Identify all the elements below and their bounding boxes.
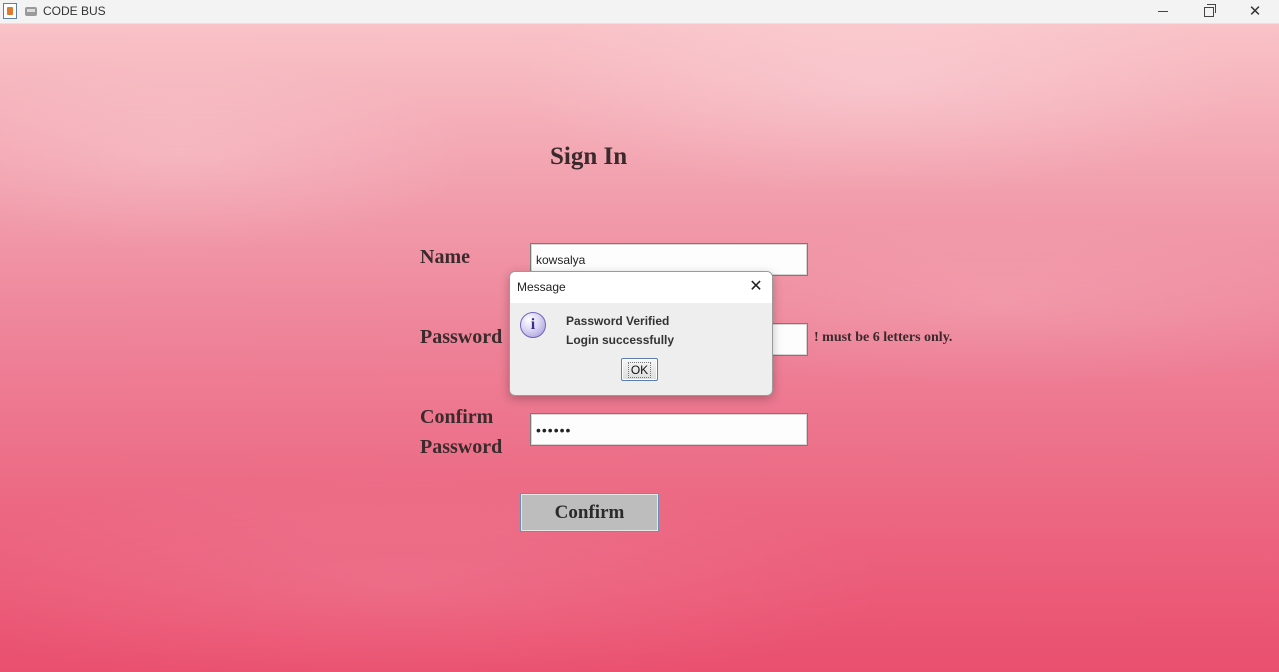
dialog-titlebar: Message ✕ bbox=[510, 272, 772, 303]
password-hint: ! must be 6 letters only. bbox=[814, 330, 953, 345]
restore-icon bbox=[1204, 3, 1216, 17]
confirm-password-label-line2: Password bbox=[420, 436, 503, 458]
dialog-title: Message bbox=[517, 280, 566, 294]
name-label: Name bbox=[420, 246, 470, 268]
bus-icon bbox=[25, 7, 37, 16]
close-icon: ✕ bbox=[749, 276, 763, 295]
dialog-close-button[interactable]: ✕ bbox=[746, 276, 766, 296]
message-dialog: Message ✕ i Password Verified Login succ… bbox=[509, 271, 773, 396]
ok-button[interactable]: OK bbox=[621, 358, 658, 381]
dialog-message-line1: Password Verified bbox=[566, 314, 670, 328]
confirm-password-label-line1: Confirm bbox=[420, 406, 494, 428]
close-window-button[interactable]: ✕ bbox=[1232, 0, 1278, 23]
close-icon: ✕ bbox=[1248, 2, 1262, 20]
window-titlebar: CODE BUS ✕ bbox=[0, 0, 1279, 24]
confirm-button[interactable]: Confirm bbox=[520, 493, 659, 532]
window-title: CODE BUS bbox=[43, 4, 106, 18]
info-icon: i bbox=[520, 312, 546, 338]
page-title: Sign In bbox=[550, 143, 628, 170]
maximize-button[interactable] bbox=[1186, 0, 1232, 23]
dialog-message-line2: Login successfully bbox=[566, 333, 675, 347]
ok-button-label: OK bbox=[627, 361, 652, 378]
password-label: Password bbox=[420, 326, 503, 348]
minimize-button[interactable] bbox=[1140, 0, 1186, 23]
java-app-icon bbox=[3, 3, 17, 19]
confirm-password-field[interactable] bbox=[530, 413, 808, 446]
minimize-icon bbox=[1158, 11, 1168, 12]
